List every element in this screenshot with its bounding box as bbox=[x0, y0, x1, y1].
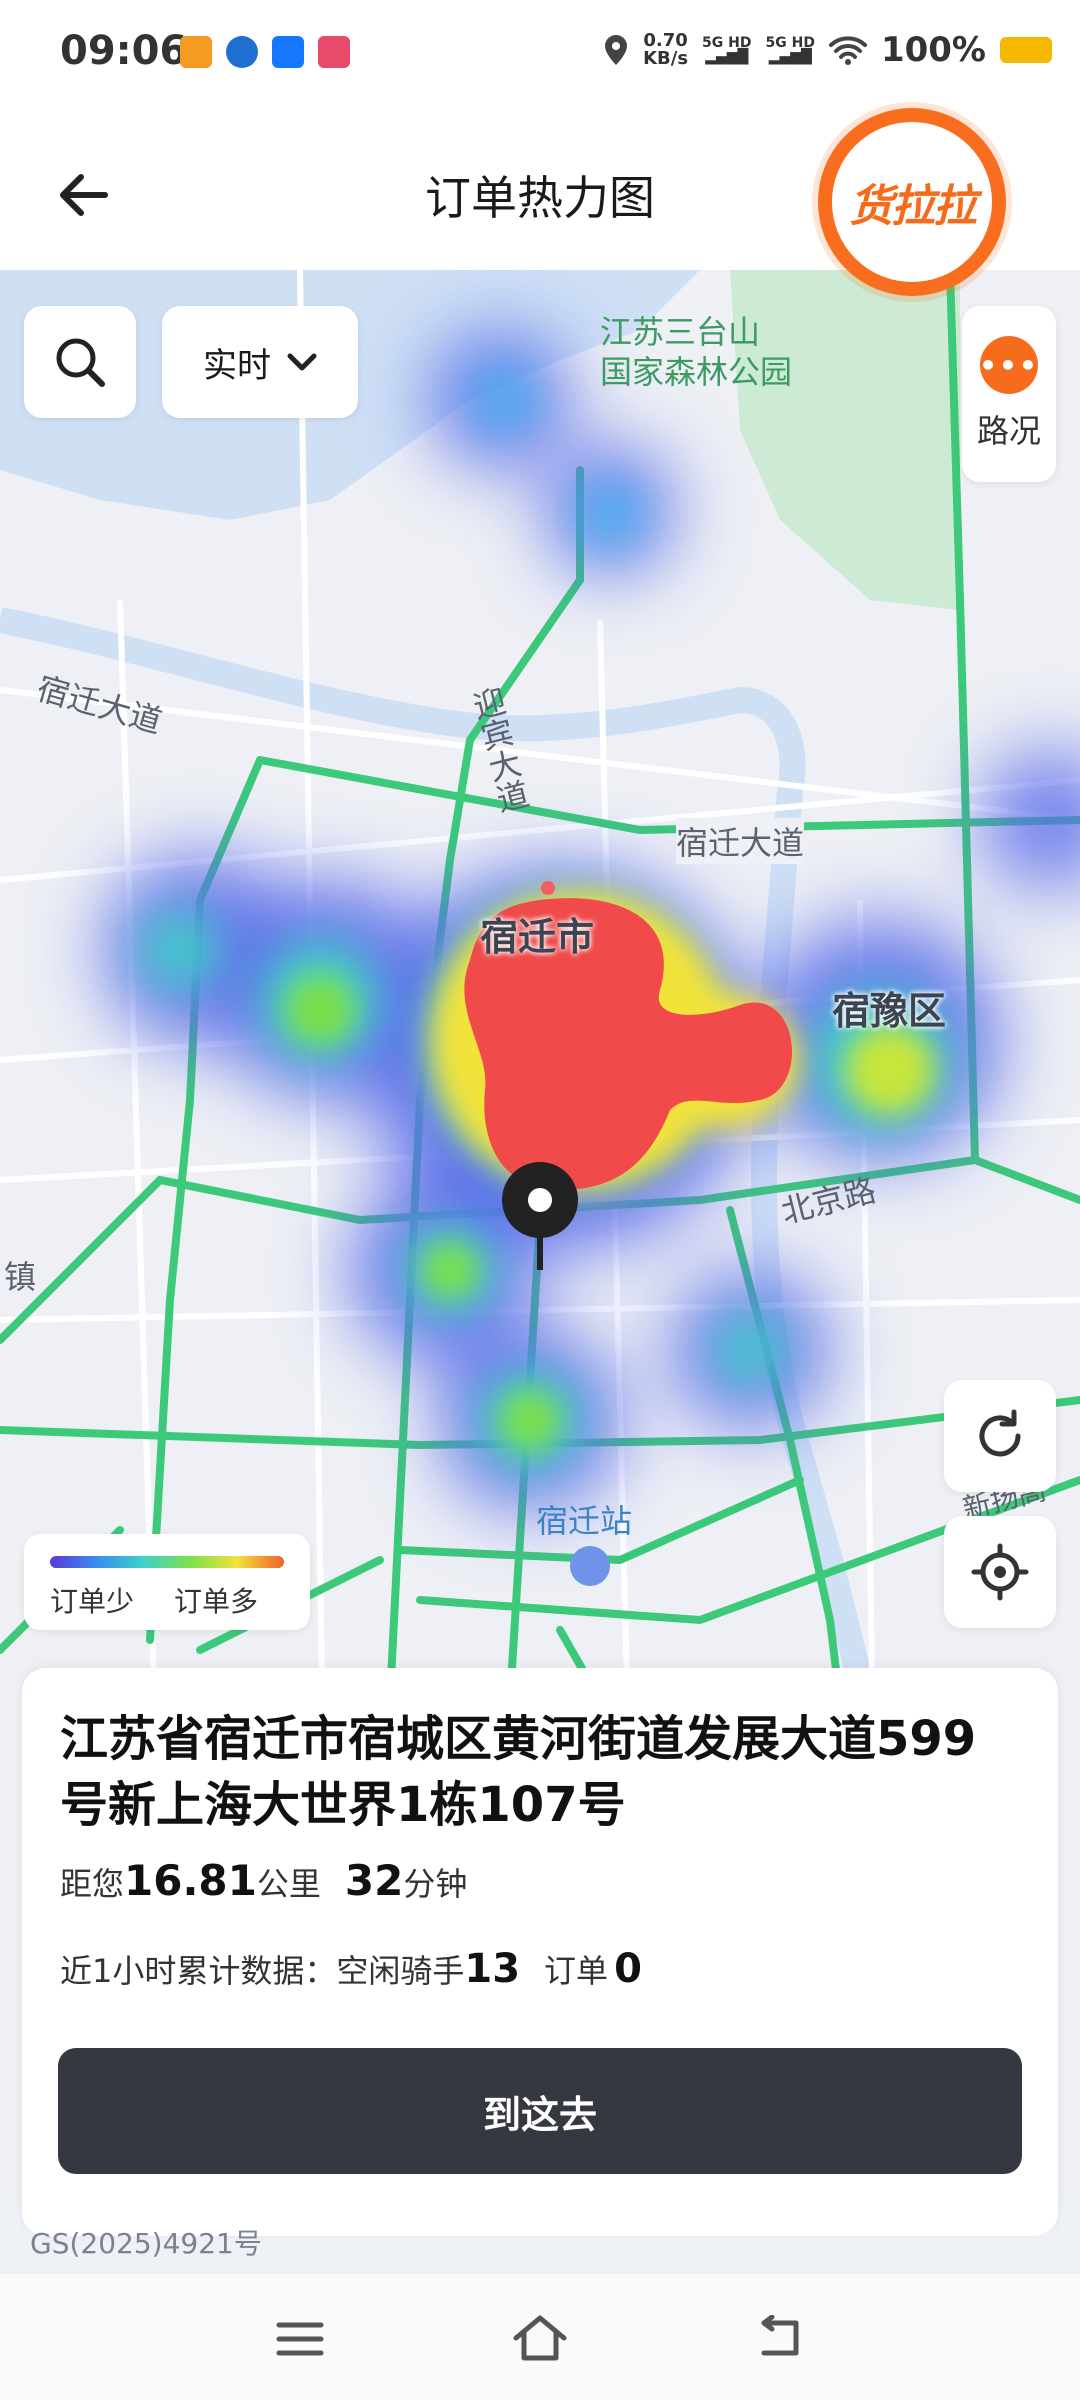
district-label: 宿豫区 bbox=[832, 989, 947, 1033]
locate-button[interactable] bbox=[944, 1516, 1056, 1628]
legend-high-label: 订单多 bbox=[174, 1585, 259, 1618]
battery-percent: 100% bbox=[880, 30, 986, 70]
signal-1: 5G HD ▂▄▆█ bbox=[702, 35, 752, 65]
system-nav-bar bbox=[0, 2274, 1080, 2400]
travel-time-value: 32 bbox=[344, 1856, 404, 1905]
stats-prefix: 近1小时累计数据：空闲骑手 bbox=[60, 1952, 465, 1990]
chevron-down-icon bbox=[287, 353, 317, 371]
city-marker bbox=[541, 881, 555, 895]
location-info-card: 江苏省宿迁市宿城区黄河街道发展大道599号新上海大世界1栋107号 距您 16.… bbox=[22, 1668, 1058, 2236]
distance-prefix: 距您 bbox=[60, 1865, 125, 1903]
orders-label: 订单 bbox=[544, 1952, 609, 1990]
logo-text: 货拉拉 bbox=[849, 181, 977, 232]
map-copyright: GS(2025)4921号 bbox=[30, 2227, 262, 2260]
city-label: 宿迁市 bbox=[480, 915, 595, 959]
search-button[interactable] bbox=[24, 306, 136, 418]
mode-label: 实时 bbox=[203, 345, 271, 386]
navigate-here-button[interactable]: 到这去 bbox=[58, 2048, 1022, 2174]
refresh-icon bbox=[979, 1409, 1021, 1457]
idle-riders-count: 13 bbox=[464, 1946, 521, 1992]
home-icon bbox=[513, 2315, 567, 2361]
app-notification-icon bbox=[180, 36, 212, 68]
location-icon bbox=[605, 35, 628, 65]
status-bar: 09:06 0.70 KB/s 5G HD ▂▄▆█ 5G HD ▂▄▆█ 100% bbox=[0, 0, 1080, 110]
status-time: 09:06 bbox=[60, 28, 188, 74]
app-notification-icon bbox=[318, 36, 350, 68]
traffic-button[interactable]: ••• 路况 bbox=[962, 306, 1056, 482]
battery-icon bbox=[1000, 37, 1052, 63]
search-icon bbox=[56, 338, 105, 387]
home-button[interactable] bbox=[500, 2304, 580, 2374]
orders-count: 0 bbox=[614, 1946, 642, 1992]
back-nav-button[interactable] bbox=[740, 2304, 820, 2374]
wifi-icon bbox=[828, 36, 867, 65]
legend-gradient bbox=[50, 1556, 284, 1568]
menu-button[interactable] bbox=[260, 2304, 340, 2374]
town-label: 镇 bbox=[4, 1258, 37, 1296]
mode-dropdown[interactable]: 实时 bbox=[162, 306, 358, 418]
status-app-icons bbox=[180, 36, 350, 68]
distance-info: 距您 16.81 公里 32 分钟 bbox=[60, 1856, 467, 1905]
legend-low-label: 订单少 bbox=[50, 1585, 135, 1618]
status-right: 0.70 KB/s 5G HD ▂▄▆█ 5G HD ▂▄▆█ 100% bbox=[603, 30, 1052, 70]
menu-icon bbox=[276, 2322, 324, 2356]
travel-time-unit: 分钟 bbox=[403, 1865, 468, 1903]
signal-2: 5G HD ▂▄▆█ bbox=[765, 35, 815, 65]
network-speed: 0.70 KB/s bbox=[643, 30, 689, 69]
heatmap-legend: 订单少 订单多 bbox=[24, 1534, 310, 1630]
refresh-button[interactable] bbox=[944, 1380, 1056, 1492]
app-notification-icon bbox=[226, 36, 258, 68]
traffic-label: 路况 bbox=[976, 412, 1041, 450]
hourly-stats: 近1小时累计数据：空闲骑手 13 订单 0 bbox=[60, 1946, 642, 1992]
alipay-icon bbox=[272, 36, 304, 68]
return-icon bbox=[761, 2315, 799, 2356]
park-label: 江苏三台山 国家森林公园 bbox=[600, 313, 793, 391]
more-dots-icon: ••• bbox=[979, 336, 1038, 394]
road-label: 宿迁大道 bbox=[676, 818, 805, 864]
locate-crosshair-icon bbox=[971, 1543, 1029, 1601]
huolala-logo: 货拉拉 bbox=[818, 108, 1006, 296]
distance-unit: 公里 bbox=[256, 1865, 321, 1903]
address-text: 江苏省宿迁市宿城区黄河街道发展大道599号新上海大世界1栋107号 bbox=[60, 1711, 977, 1833]
station-label: 宿迁站 bbox=[536, 1502, 633, 1540]
distance-value: 16.81 bbox=[124, 1856, 257, 1905]
station-icon bbox=[570, 1546, 610, 1586]
